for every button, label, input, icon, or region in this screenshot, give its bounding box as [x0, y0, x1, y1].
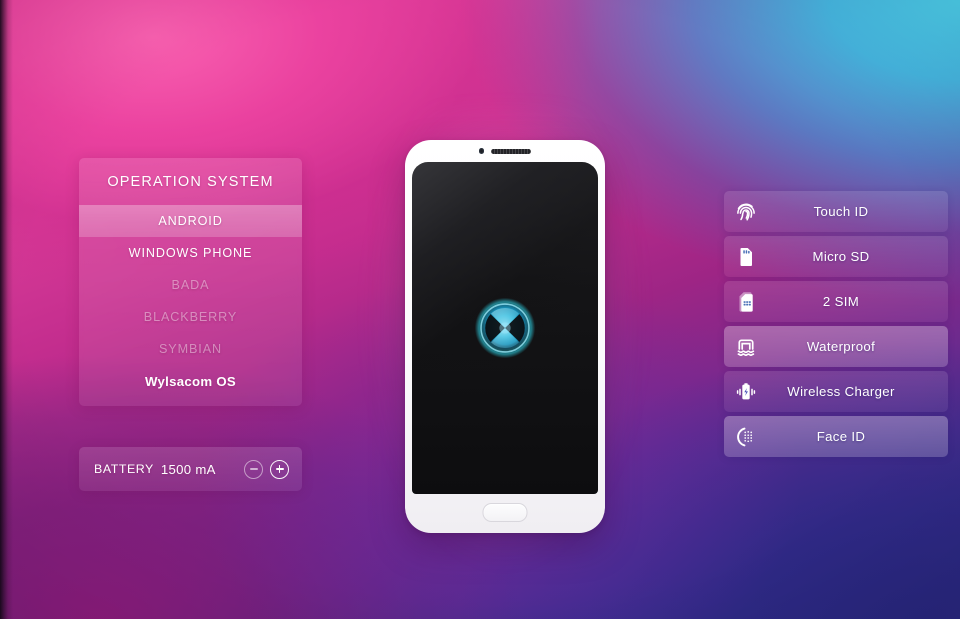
- os-panel-bottom-spacer: [79, 397, 302, 406]
- os-option-symbian[interactable]: SYMBIAN: [79, 333, 302, 365]
- feature-row-touch-id[interactable]: Touch ID: [724, 191, 948, 232]
- phone-mockup: [371, 114, 639, 562]
- os-option-label: SYMBIAN: [159, 342, 222, 356]
- os-option-android[interactable]: ANDROID: [79, 205, 302, 237]
- phone-body: [405, 140, 605, 533]
- os-option-label: ANDROID: [158, 214, 223, 228]
- phone-configurator-screen: OPERATION SYSTEM ANDROID WINDOWS PHONE B…: [0, 0, 960, 619]
- feature-label: Micro SD: [812, 249, 870, 264]
- sim-card-icon: [724, 290, 768, 314]
- feature-label: Touch ID: [813, 204, 869, 219]
- minus-circle-icon: [249, 468, 258, 470]
- feature-panel: Touch ID Micro SD 2 SIM Waterproof Wirel…: [724, 191, 948, 457]
- battery-decrease-button[interactable]: [244, 459, 263, 479]
- feature-label: Wireless Charger: [787, 384, 895, 399]
- battery-increase-button[interactable]: [270, 459, 289, 479]
- os-option-blackberry[interactable]: BLACKBERRY: [79, 301, 302, 333]
- home-button-icon[interactable]: [482, 503, 528, 522]
- sd-card-icon: [724, 245, 768, 269]
- feature-row-waterproof[interactable]: Waterproof: [724, 326, 948, 367]
- battery-stepper-group: [244, 459, 289, 479]
- operation-system-panel: OPERATION SYSTEM ANDROID WINDOWS PHONE B…: [79, 158, 302, 406]
- os-option-label: WINDOWS PHONE: [128, 246, 253, 260]
- os-option-label: BLACKBERRY: [143, 310, 238, 324]
- feature-row-micro-sd[interactable]: Micro SD: [724, 236, 948, 277]
- os-option-label: Wylsacom OS: [144, 373, 236, 389]
- earpiece-speaker-icon: [491, 148, 532, 154]
- wylsacom-orb-logo-icon: [474, 297, 536, 359]
- wireless-charger-icon: [724, 380, 768, 404]
- phone-screen: [412, 162, 598, 494]
- face-id-icon: [724, 425, 768, 449]
- battery-card: BATTERY 1500 mA: [79, 447, 302, 491]
- fingerprint-icon: [724, 200, 768, 224]
- os-option-bada[interactable]: BADA: [79, 269, 302, 301]
- waterproof-icon: [724, 335, 768, 359]
- feature-label: 2 SIM: [822, 294, 860, 309]
- feature-row-wireless-charger[interactable]: Wireless Charger: [724, 371, 948, 412]
- os-option-label: BADA: [171, 278, 210, 292]
- operation-system-title: OPERATION SYSTEM: [107, 173, 274, 190]
- feature-label: Face ID: [816, 429, 866, 444]
- feature-row-face-id[interactable]: Face ID: [724, 416, 948, 457]
- battery-value: 1500 mA: [160, 461, 216, 477]
- os-option-wylsacom-os[interactable]: Wylsacom OS: [79, 365, 302, 397]
- phone-top-bezel: [405, 140, 605, 162]
- front-camera-icon: [478, 148, 485, 154]
- feature-row-2-sim[interactable]: 2 SIM: [724, 281, 948, 322]
- battery-label: BATTERY: [94, 462, 154, 476]
- os-option-windows-phone[interactable]: WINDOWS PHONE: [79, 237, 302, 269]
- feature-label: Waterproof: [806, 339, 876, 354]
